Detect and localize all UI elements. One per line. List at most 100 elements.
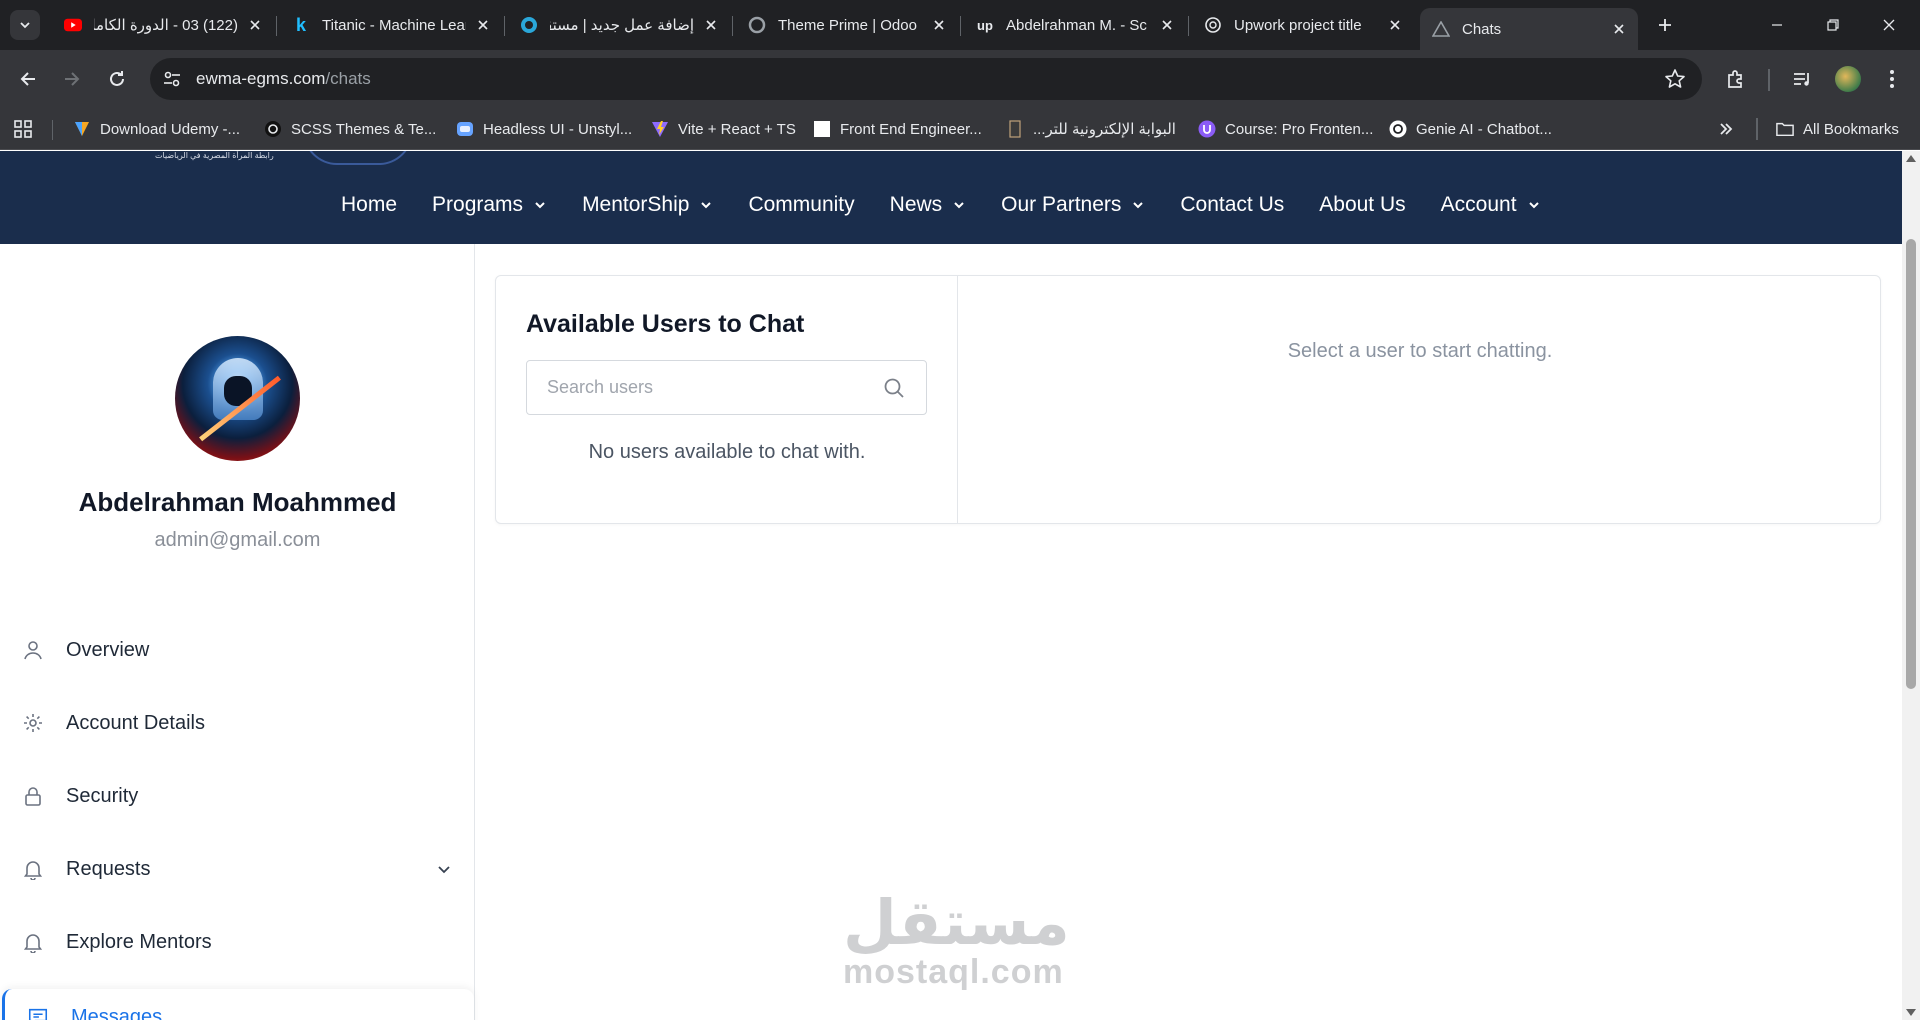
site-logo[interactable]: رابطة المرأة المصرية في الرياضيات	[155, 151, 415, 165]
close-icon[interactable]	[474, 16, 492, 34]
close-icon[interactable]	[1610, 20, 1628, 38]
gear-icon	[22, 712, 44, 734]
nav-label: Home	[341, 193, 398, 216]
course-icon	[1198, 120, 1216, 138]
sidebar-item-security[interactable]: Security	[22, 774, 452, 818]
close-icon[interactable]	[1386, 16, 1404, 34]
all-bookmarks-button[interactable]: All Bookmarks	[1776, 117, 1899, 141]
nav-news[interactable]: News	[890, 193, 967, 217]
tab-title: Upwork project title	[1234, 16, 1362, 34]
nav-about-us[interactable]: About Us	[1319, 193, 1405, 217]
sidebar-item-requests[interactable]: Requests	[22, 847, 452, 891]
sidebar-item-messages[interactable]: Messages	[2, 989, 474, 1020]
tab-separator	[960, 16, 961, 36]
back-button[interactable]	[14, 65, 42, 93]
bookmark-portal[interactable]: البوابة الإلكترونية للتر...	[1006, 117, 1176, 141]
nav-programs[interactable]: Programs	[432, 193, 547, 217]
address-bar[interactable]: ewma-egms.com/chats	[150, 58, 1702, 100]
puzzle-icon	[1728, 70, 1742, 88]
more-bookmarks-button[interactable]	[1718, 117, 1734, 141]
star-icon[interactable]	[1664, 68, 1686, 90]
folder-icon	[1776, 120, 1794, 138]
media-control-button[interactable]	[1790, 67, 1814, 91]
minimize-button[interactable]	[1764, 12, 1790, 38]
tab-upwork-profile[interactable]: up Abdelrahman M. - Sc	[964, 8, 1186, 42]
scrollbar-thumb[interactable]	[1906, 239, 1916, 689]
profile-name: Abdelrahman Moahmmed	[78, 487, 397, 517]
bell-icon	[22, 858, 44, 880]
nav-contact-us[interactable]: Contact Us	[1180, 193, 1284, 217]
forward-button[interactable]	[58, 65, 86, 93]
site-settings-icon[interactable]	[162, 69, 182, 89]
bookmark-label: البوابة الإلكترونية للتر...	[1033, 121, 1176, 138]
bookmark-label: Download Udemy -...	[100, 120, 241, 138]
youtube-icon	[64, 16, 82, 34]
nav-label: About Us	[1319, 193, 1406, 216]
tab-title: (122) 03 - الدورة الكاملة	[94, 17, 238, 34]
bookmark-genie-ai[interactable]: Genie AI - Chatbot...	[1389, 117, 1552, 141]
bookmark-label: Headless UI - Unstyl...	[483, 120, 633, 138]
scroll-down-arrow-icon[interactable]	[1906, 1009, 1916, 1016]
nav-mentorship[interactable]: MentorShip	[582, 193, 713, 217]
scroll-up-arrow-icon[interactable]	[1906, 155, 1916, 162]
openai-icon	[1389, 120, 1407, 138]
tab-chats[interactable]: Chats	[1420, 8, 1638, 50]
search-input[interactable]	[527, 361, 867, 414]
bookmark-udemy[interactable]: Download Udemy -...	[73, 117, 240, 141]
bookmark-vite[interactable]: Vite + React + TS	[651, 117, 796, 141]
new-tab-button[interactable]	[1652, 12, 1678, 38]
page-scrollbar[interactable]	[1902, 151, 1920, 1020]
chatgpt-icon	[1204, 16, 1222, 34]
reload-button[interactable]	[103, 65, 131, 93]
tab-upwork-project[interactable]: Upwork project title	[1192, 8, 1414, 42]
tab-title: Abdelrahman M. - Sc	[1006, 16, 1147, 34]
bookmark-course[interactable]: Course: Pro Fronten...	[1198, 117, 1373, 141]
chevron-down-icon	[1131, 198, 1145, 212]
chevron-down-icon	[699, 198, 713, 212]
user-icon	[22, 639, 44, 661]
empty-users-message: No users available to chat with.	[588, 441, 866, 463]
bookmark-headless-ui[interactable]: Headless UI - Unstyl...	[456, 117, 632, 141]
nav-label: Programs	[432, 193, 524, 216]
sidebar-item-overview[interactable]: Overview	[22, 628, 452, 672]
sidebar-item-label: Security	[66, 784, 139, 807]
close-icon[interactable]	[246, 16, 264, 34]
tab-youtube[interactable]: (122) 03 - الدورة الكاملة	[52, 8, 274, 42]
close-icon[interactable]	[930, 16, 948, 34]
close-window-button[interactable]	[1876, 12, 1902, 38]
main-nav: Home Programs MentorShip Community News …	[341, 193, 1576, 217]
nav-account[interactable]: Account	[1441, 193, 1541, 217]
watermark-arabic: مستقل	[843, 886, 1070, 959]
chevron-down-icon	[20, 22, 30, 29]
site-header: رابطة المرأة المصرية في الرياضيات Home P…	[0, 151, 1902, 244]
browser-tab-bar: (122) 03 - الدورة الكاملة k Titanic - Ma…	[0, 0, 1920, 50]
browser-menu-button[interactable]	[1880, 67, 1904, 91]
sidebar-item-explore-mentors[interactable]: Explore Mentors	[22, 920, 452, 964]
arrow-right-icon	[65, 72, 80, 86]
search-icon[interactable]	[882, 376, 906, 400]
url-text[interactable]: ewma-egms.com/chats	[196, 69, 371, 89]
tab-kaggle[interactable]: k Titanic - Machine Learning	[280, 8, 502, 42]
sidebar-item-account-details[interactable]: Account Details	[22, 701, 452, 745]
profile-avatar-icon[interactable]	[1835, 66, 1861, 92]
bookmark-scss-themes[interactable]: SCSS Themes & Te...	[264, 117, 436, 141]
bookmarks-bar: Download Udemy -... SCSS Themes & Te... …	[0, 108, 1920, 150]
nav-community[interactable]: Community	[748, 193, 854, 217]
restore-button[interactable]	[1820, 12, 1846, 38]
nav-home[interactable]: Home	[341, 193, 397, 217]
bookmark-label: SCSS Themes & Te...	[291, 120, 437, 138]
close-icon[interactable]	[1158, 16, 1176, 34]
avatar	[175, 336, 300, 461]
tab-search-button[interactable]	[10, 10, 40, 40]
close-icon[interactable]	[702, 16, 720, 34]
tab-mostaql[interactable]: إضافة عمل جديد | مستقل	[508, 8, 730, 42]
nav-our-partners[interactable]: Our Partners	[1001, 193, 1145, 217]
bookmark-front-end-engineer[interactable]: Front End Engineer...	[813, 117, 982, 141]
tab-theme-prime[interactable]: Theme Prime | Odoo	[736, 8, 958, 42]
tab-separator	[732, 16, 733, 36]
portal-icon	[1006, 120, 1024, 138]
nav-label: News	[889, 193, 943, 216]
apps-button[interactable]	[14, 117, 32, 141]
chevron-down-icon[interactable]	[436, 861, 452, 877]
extensions-button[interactable]	[1724, 67, 1748, 91]
